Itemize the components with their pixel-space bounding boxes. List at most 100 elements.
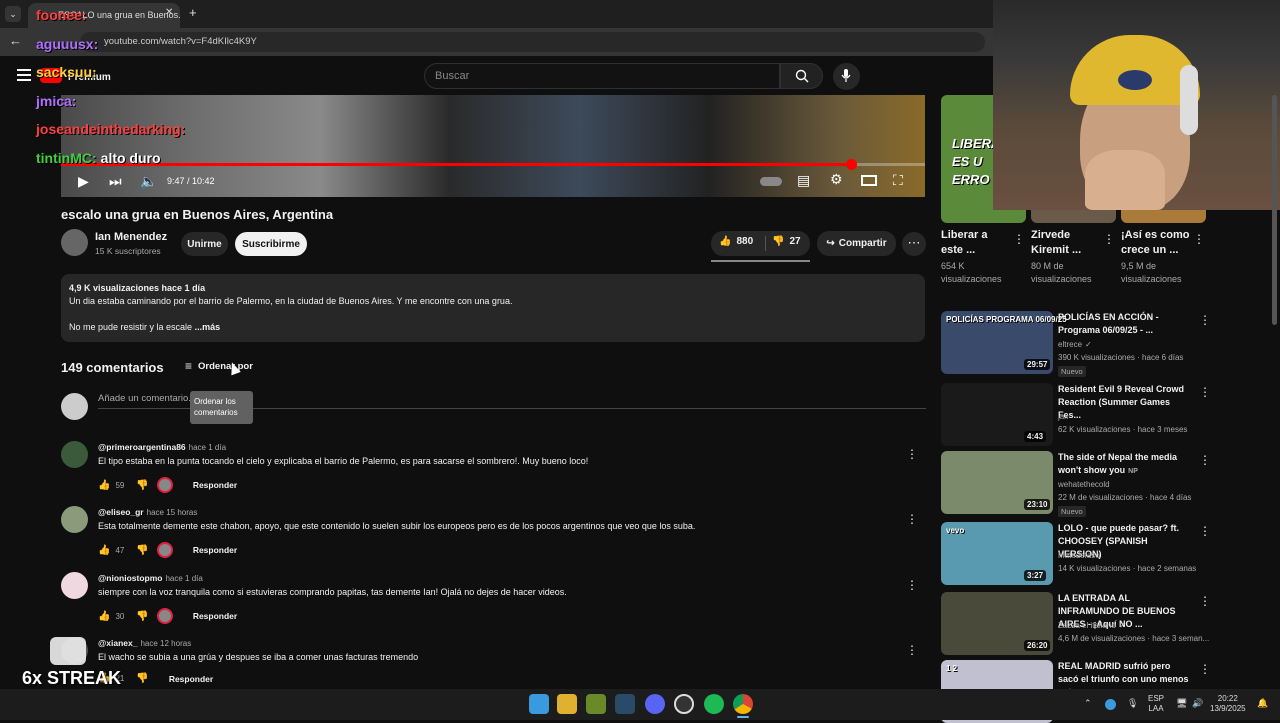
video-menu-icon[interactable]: ⋮ (1199, 453, 1211, 467)
comment-handle[interactable]: @primeroargentina86 hace 1 día (98, 442, 226, 452)
comment-dislike-button[interactable]: 👎 (136, 545, 148, 556)
subscribe-button[interactable]: Suscribirme (235, 232, 307, 256)
url-bar[interactable]: youtube.com/watch?v=F4dKIlc4K9Y (80, 32, 985, 52)
chrome-icon[interactable] (733, 694, 753, 714)
subtitles-icon[interactable]: ▤ (797, 172, 810, 189)
video-title-link[interactable]: The side of Nepal the media won't show y… (1058, 451, 1193, 478)
video-channel[interactable]: wehatethecold (1058, 480, 1110, 489)
start-icon[interactable] (529, 694, 549, 714)
progress-scrubber[interactable] (846, 159, 857, 170)
next-icon[interactable]: ⏭ (109, 173, 122, 190)
short-title[interactable]: Zirvede Kiremit ... (1031, 228, 1101, 258)
volume-icon[interactable]: 🔈 (140, 173, 157, 190)
video-menu-icon[interactable]: ⋮ (1199, 662, 1211, 676)
language-indicator[interactable]: ESP LAA (1148, 694, 1164, 714)
comment-menu-icon[interactable]: ⋮ (906, 447, 918, 461)
comment-handle[interactable]: @nioniostopmo hace 1 día (98, 573, 203, 583)
discord-icon[interactable] (645, 694, 665, 714)
channel-avatar[interactable] (61, 229, 88, 256)
video-channel[interactable]: Matedefaso (1058, 551, 1100, 560)
video-menu-icon[interactable]: ⋮ (1199, 385, 1211, 399)
comment-dislike-button[interactable]: 👎 (136, 480, 148, 491)
right-scrollbar[interactable] (1272, 95, 1277, 325)
voice-search-button[interactable] (833, 63, 860, 90)
dislike-button[interactable]: 👎 27 (772, 236, 801, 247)
description-box[interactable]: 4,9 K visualizaciones hace 1 día Un dia … (61, 274, 925, 342)
app-icon[interactable] (586, 694, 606, 714)
spotify-icon[interactable] (704, 694, 724, 714)
comment-avatar[interactable] (61, 506, 88, 533)
back-arrow-icon[interactable]: ← (9, 33, 22, 48)
comment-avatar[interactable] (61, 441, 88, 468)
reply-button[interactable]: Responder (193, 611, 237, 621)
video-menu-icon[interactable]: ⋮ (1199, 524, 1211, 538)
search-input[interactable]: Buscar (424, 63, 780, 89)
comment-avatar[interactable] (61, 572, 88, 599)
comment-menu-icon[interactable]: ⋮ (906, 643, 918, 657)
streamer-headphones (1180, 65, 1198, 135)
comment-like-button[interactable]: 👍 30 (98, 611, 124, 622)
volume-tray-icon[interactable]: 🔊 (1192, 698, 1203, 709)
comment-handle[interactable]: @xianex_ hace 12 horas (98, 638, 191, 648)
play-icon[interactable]: ▶ (78, 173, 89, 190)
channel-text: Matedefaso (1058, 551, 1100, 560)
tab-search-button[interactable]: ⌄ (5, 6, 21, 22)
comment-like-button[interactable]: 👍 47 (98, 545, 124, 556)
video-title-link[interactable]: POLICÍAS EN ACCIÓN - Programa 06/09/25 -… (1058, 311, 1193, 337)
progress-fill (61, 163, 851, 166)
short-title[interactable]: ¡Así es como crece un ... (1121, 228, 1191, 258)
file-explorer-icon[interactable] (557, 694, 577, 714)
new-tab-button[interactable]: + (189, 5, 197, 20)
like-button[interactable]: 👍 880 (719, 236, 753, 247)
tray-mic-icon[interactable]: 🎙 (1127, 698, 1138, 709)
share-button[interactable]: ↪ Compartir (817, 231, 896, 256)
reply-button[interactable]: Responder (169, 674, 213, 684)
autoplay-toggle[interactable] (760, 177, 782, 186)
comment-text: El wacho se subia a una grúa y despues s… (98, 652, 419, 662)
description-line1: Un dia estaba caminando por el barrio de… (69, 296, 513, 306)
sort-icon: ≡ (185, 359, 193, 373)
theater-mode-icon[interactable] (861, 175, 877, 186)
menu-icon[interactable] (17, 69, 31, 81)
reply-button[interactable]: Responder (193, 480, 237, 490)
video-menu-icon[interactable]: ⋮ (1199, 313, 1211, 327)
comment-actions: 👍 59 👎 Responder (98, 477, 237, 493)
join-button[interactable]: Unirme (181, 232, 228, 256)
tray-chevron-icon[interactable]: ⌃ (1084, 698, 1092, 709)
fullscreen-icon[interactable]: ⛶ (893, 172, 903, 189)
comment-handle[interactable]: @eliseo_gr hace 15 horas (98, 507, 197, 517)
notification-icon[interactable]: 🔔 (1257, 698, 1268, 709)
short-menu-icon[interactable]: ⋮ (1103, 232, 1115, 246)
video-title-link[interactable]: Resident Evil 9 Reveal Crowd Reaction (S… (1058, 383, 1193, 422)
short-title[interactable]: Liberar a este ... (941, 228, 1011, 258)
sort-by-button[interactable]: ≡ Ordenar por (185, 359, 253, 373)
video-menu-icon[interactable]: ⋮ (1199, 594, 1211, 608)
tray-app-icon[interactable] (1105, 699, 1116, 710)
channel-name[interactable]: Ian Menendez (95, 231, 167, 243)
comment-time: hace 1 día (165, 574, 203, 583)
chat-user: joseandeinthedarking: (36, 121, 186, 137)
video-channel[interactable]: eltrece ✓ (1058, 340, 1092, 349)
tab-close-icon[interactable]: ✕ (165, 7, 173, 18)
network-icon[interactable]: 🖥 (1176, 698, 1187, 709)
short-menu-icon[interactable]: ⋮ (1193, 232, 1205, 246)
beanie-logo (1118, 70, 1152, 90)
more-link[interactable]: ...más (195, 322, 221, 332)
comment-dislike-button[interactable]: 👎 (136, 611, 148, 622)
comment-dislike-button[interactable]: 👎 (136, 673, 148, 684)
comment-like-button[interactable]: 👍 59 (98, 480, 124, 491)
video-channel[interactable]: Zazza el italiano ✓ (1058, 621, 1126, 630)
comment-menu-icon[interactable]: ⋮ (906, 512, 918, 526)
system-clock[interactable]: 20:22 13/9/2025 (1210, 694, 1246, 714)
steam-icon[interactable] (615, 694, 635, 714)
title-tag: NP (1128, 468, 1138, 475)
short-menu-icon[interactable]: ⋮ (1013, 232, 1025, 246)
search-button[interactable] (780, 63, 823, 89)
more-actions-button[interactable]: ⋯ (902, 232, 926, 256)
comment-menu-icon[interactable]: ⋮ (906, 578, 918, 592)
obs-icon[interactable] (674, 694, 694, 714)
video-channel[interactable]: jax (1058, 412, 1068, 421)
comment-handle-text: @nioniostopmo (98, 573, 163, 583)
reply-button[interactable]: Responder (193, 545, 237, 555)
settings-gear-icon[interactable]: ⚙ (830, 171, 843, 188)
